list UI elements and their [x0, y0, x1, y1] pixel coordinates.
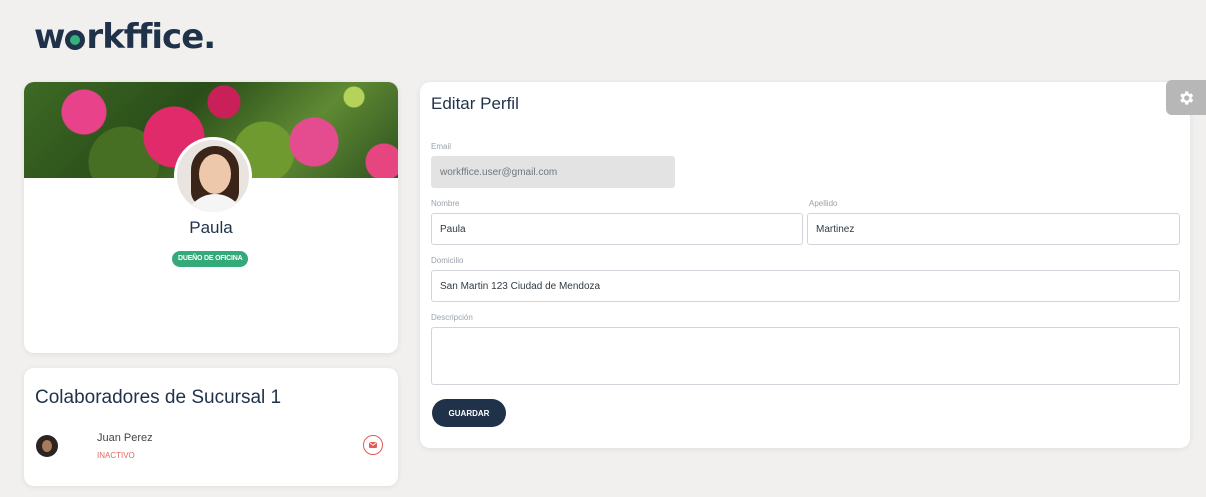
settings-button[interactable] [1166, 80, 1206, 115]
last-name-label: Apellido [809, 199, 838, 208]
logo-o-mark [65, 30, 86, 50]
role-badge: DUEÑO DE OFICINA [172, 251, 249, 267]
first-name-label: Nombre [431, 199, 460, 208]
edit-profile-card: Editar Perfil Email Nombre Apellido Domi… [420, 82, 1190, 448]
collaborator-status: INACTIVO [97, 451, 135, 460]
address-field[interactable] [431, 270, 1180, 302]
description-field[interactable] [431, 327, 1180, 385]
collaborators-card: Colaboradores de Sucursal 1 Juan Perez I… [24, 368, 398, 486]
gear-icon [1180, 90, 1194, 105]
first-name-field[interactable] [431, 213, 803, 245]
save-button[interactable]: GUARDAR [432, 399, 506, 427]
mail-icon [369, 442, 377, 448]
description-label: Descripción [431, 313, 473, 322]
edit-profile-title: Editar Perfil [431, 94, 519, 113]
collaborators-title: Colaboradores de Sucursal 1 [35, 387, 282, 408]
email-field[interactable] [431, 156, 675, 188]
collaborator-name: Juan Perez [97, 432, 153, 444]
profile-card: Paula DUEÑO DE OFICINA [24, 82, 398, 353]
avatar [174, 137, 252, 215]
workffice-logo[interactable]: w rkffice. [34, 17, 216, 57]
logo-dot: . [203, 17, 216, 57]
email-label: Email [431, 142, 452, 151]
logo-text-start: w [34, 17, 65, 57]
logo-text-end: rkffice [86, 17, 204, 57]
address-label: Domicilio [431, 256, 464, 265]
collaborator-avatar [36, 435, 58, 457]
last-name-field[interactable] [807, 213, 1180, 245]
profile-name: Paula [189, 218, 233, 237]
send-message-button[interactable] [363, 435, 383, 455]
